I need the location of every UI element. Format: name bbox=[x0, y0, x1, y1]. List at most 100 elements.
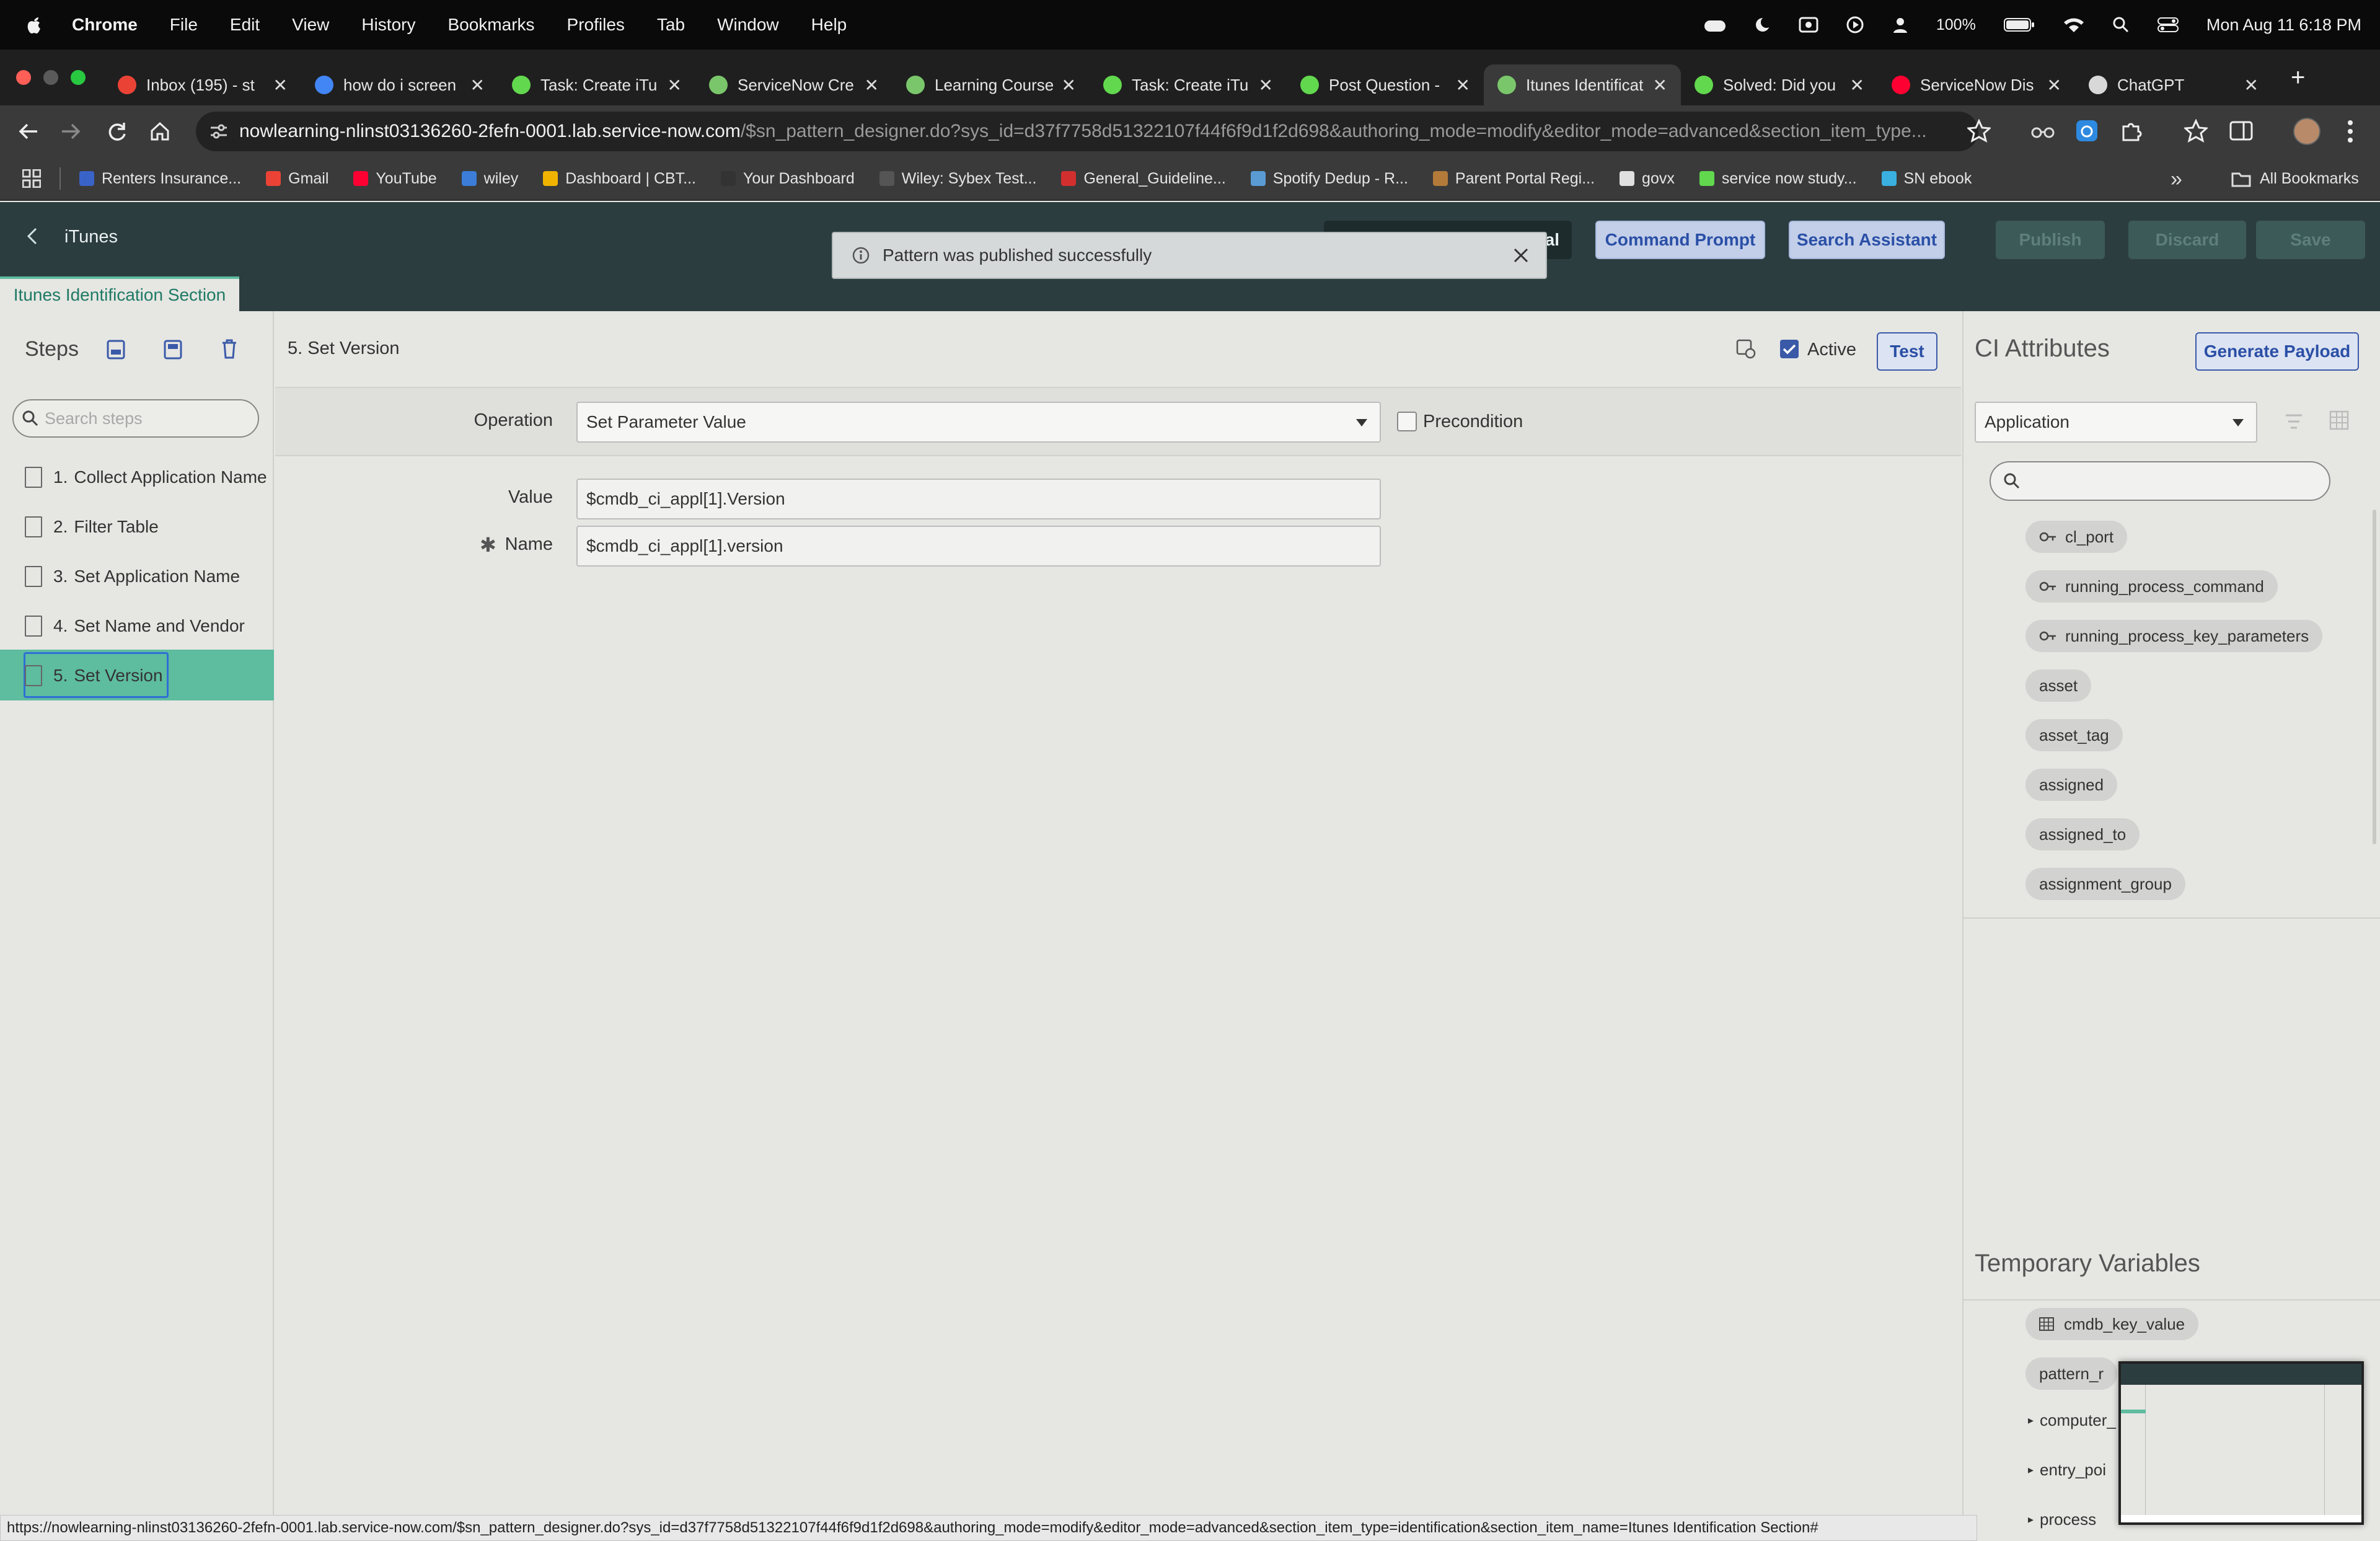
more-menu-icon[interactable] bbox=[2347, 119, 2354, 144]
wifi-icon[interactable] bbox=[2063, 16, 2085, 33]
extension-glasses-icon[interactable] bbox=[2030, 121, 2055, 140]
ci-attribute-item[interactable]: asset_tag bbox=[2025, 719, 2123, 751]
menu-tab[interactable]: Tab bbox=[657, 15, 685, 35]
menu-profiles[interactable]: Profiles bbox=[567, 15, 625, 35]
new-tab-icon[interactable]: + bbox=[2291, 64, 2305, 92]
ci-attribute-item[interactable]: assigned bbox=[2025, 769, 2118, 801]
bookmark-item[interactable]: Renters Insurance... bbox=[79, 170, 241, 188]
screenshot-thumbnail[interactable] bbox=[2118, 1361, 2364, 1525]
table-view-icon[interactable] bbox=[2329, 410, 2349, 430]
temp-var-pattern-item[interactable]: pattern_r bbox=[2025, 1358, 2118, 1390]
step-search-input[interactable]: Search steps bbox=[12, 399, 259, 438]
browser-tab[interactable]: Inbox (195) - st ✕ bbox=[104, 64, 301, 105]
discard-button[interactable]: Discard bbox=[2128, 221, 2246, 259]
extension-screenshot-icon[interactable] bbox=[2075, 119, 2099, 143]
apps-grid-icon[interactable] bbox=[22, 169, 41, 188]
bookmark-item[interactable]: wiley bbox=[461, 170, 518, 188]
minimize-window-button[interactable] bbox=[43, 70, 58, 85]
section-tab[interactable]: Itunes Identification Section bbox=[0, 276, 239, 311]
tab-close-icon[interactable]: ✕ bbox=[1456, 75, 1470, 95]
tab-close-icon[interactable]: ✕ bbox=[470, 75, 485, 95]
generate-payload-button[interactable]: Generate Payload bbox=[2195, 332, 2359, 371]
publish-button[interactable]: Publish bbox=[1996, 221, 2105, 259]
bookmarks-overflow-icon[interactable]: » bbox=[2171, 167, 2182, 192]
site-settings-icon[interactable] bbox=[209, 123, 228, 140]
tab-close-icon[interactable]: ✕ bbox=[1259, 75, 1273, 95]
filter-list-icon[interactable] bbox=[2285, 413, 2303, 430]
bookmark-item[interactable]: govx bbox=[1620, 170, 1675, 188]
tab-close-icon[interactable]: ✕ bbox=[1850, 75, 1864, 95]
expand-caret-icon[interactable]: ▸ bbox=[2028, 1414, 2034, 1427]
tab-close-icon[interactable]: ✕ bbox=[1062, 75, 1076, 95]
back-arrow-icon[interactable] bbox=[17, 120, 40, 143]
forward-arrow-icon[interactable] bbox=[60, 120, 82, 143]
bookmark-item[interactable]: Wiley: Sybex Test... bbox=[879, 170, 1036, 188]
ci-attribute-search-input[interactable] bbox=[1990, 461, 2330, 501]
extensions-puzzle-icon[interactable] bbox=[2120, 119, 2143, 143]
menu-clock[interactable]: Mon Aug 11 6:18 PM bbox=[2206, 15, 2361, 35]
ci-attribute-scrollbar[interactable] bbox=[2373, 510, 2376, 844]
search-assistant-button[interactable]: Search Assistant bbox=[1789, 221, 1945, 259]
command-prompt-button[interactable]: Command Prompt bbox=[1595, 221, 1765, 259]
active-checkbox[interactable] bbox=[1780, 340, 1799, 358]
all-bookmarks-button[interactable]: All Bookmarks bbox=[2231, 170, 2359, 188]
browser-tab[interactable]: Solved: Did you ✕ bbox=[1681, 64, 1878, 105]
step-settings-icon[interactable] bbox=[1735, 338, 1756, 360]
apple-icon[interactable] bbox=[26, 15, 42, 34]
name-input[interactable]: $cmdb_ci_appl[1].version bbox=[576, 526, 1381, 567]
step-item[interactable]: 4. Set Name and Vendor bbox=[25, 607, 245, 645]
ci-attribute-key-item[interactable]: running_process_key_parameters bbox=[2025, 620, 2323, 652]
moon-icon[interactable] bbox=[1754, 16, 1771, 33]
reload-icon[interactable] bbox=[105, 120, 128, 143]
expand-caret-icon[interactable]: ▸ bbox=[2028, 1513, 2034, 1526]
browser-tab[interactable]: ServiceNow Cre ✕ bbox=[695, 64, 892, 105]
bookmark-item[interactable]: Your Dashboard bbox=[721, 170, 855, 188]
pattern-name[interactable]: iTunes bbox=[64, 227, 118, 247]
browser-tab[interactable]: Post Question - ✕ bbox=[1287, 64, 1484, 105]
browser-tab[interactable]: Task: Create iTu ✕ bbox=[1090, 64, 1287, 105]
url-input[interactable]: nowlearning-nlinst03136260-2fefn-0001.la… bbox=[196, 112, 1978, 151]
profile-avatar[interactable] bbox=[2293, 118, 2320, 145]
expand-caret-icon[interactable]: ▸ bbox=[2028, 1464, 2034, 1477]
delete-step-icon[interactable] bbox=[221, 338, 238, 360]
precondition-checkbox[interactable] bbox=[1397, 412, 1417, 431]
screen-record-icon[interactable] bbox=[1799, 16, 1818, 33]
menu-window[interactable]: Window bbox=[717, 15, 779, 35]
step-item[interactable]: 3. Set Application Name bbox=[25, 558, 240, 595]
menu-edit[interactable]: Edit bbox=[230, 15, 260, 35]
battery-icon[interactable] bbox=[2003, 17, 2035, 33]
tab-close-icon[interactable]: ✕ bbox=[2244, 75, 2259, 95]
tab-close-icon[interactable]: ✕ bbox=[1653, 75, 1667, 95]
step-item[interactable]: 2. Filter Table bbox=[25, 508, 159, 545]
step-item[interactable]: 1. Collect Application Name bbox=[25, 459, 267, 496]
menu-history[interactable]: History bbox=[361, 15, 415, 35]
ci-attribute-key-item[interactable]: cl_port bbox=[2025, 521, 2128, 553]
play-icon[interactable] bbox=[1846, 15, 1864, 34]
step-item[interactable]: 5. Set Version bbox=[25, 657, 163, 694]
toast-close-icon[interactable] bbox=[1512, 247, 1530, 264]
bookmark-item[interactable]: SN ebook bbox=[1881, 170, 1972, 188]
bookmark-star-icon[interactable] bbox=[1967, 119, 1991, 143]
tab-close-icon[interactable]: ✕ bbox=[273, 75, 288, 95]
menu-bookmarks[interactable]: Bookmarks bbox=[447, 15, 534, 35]
favorites-star-icon[interactable] bbox=[2184, 119, 2208, 143]
zoom-window-button[interactable] bbox=[71, 70, 86, 85]
save-button[interactable]: Save bbox=[2256, 221, 2365, 259]
temp-var-table-item[interactable]: cmdb_key_value bbox=[2025, 1308, 2199, 1340]
bookmark-item[interactable]: service now study... bbox=[1699, 170, 1857, 188]
value-input[interactable]: $cmdb_ci_appl[1].Version bbox=[576, 479, 1381, 519]
bookmark-item[interactable]: YouTube bbox=[353, 170, 437, 188]
side-panel-icon[interactable] bbox=[2229, 119, 2254, 143]
add-step-below-icon[interactable] bbox=[164, 340, 182, 360]
bookmark-item[interactable]: Parent Portal Regi... bbox=[1432, 170, 1595, 188]
ci-attribute-key-item[interactable]: running_process_command bbox=[2025, 570, 2278, 603]
spotlight-search-icon[interactable] bbox=[2112, 16, 2130, 33]
bookmark-item[interactable]: Dashboard | CBT... bbox=[543, 170, 696, 188]
menu-help[interactable]: Help bbox=[811, 15, 847, 35]
tab-close-icon[interactable]: ✕ bbox=[2047, 75, 2061, 95]
bookmark-item[interactable]: General_Guideline... bbox=[1061, 170, 1226, 188]
cloud-icon[interactable] bbox=[1703, 17, 1727, 33]
temp-var-node[interactable]: ▸ computer_ bbox=[2028, 1411, 2116, 1430]
test-button[interactable]: Test bbox=[1877, 332, 1937, 371]
temp-var-node[interactable]: ▸ process bbox=[2028, 1510, 2096, 1529]
